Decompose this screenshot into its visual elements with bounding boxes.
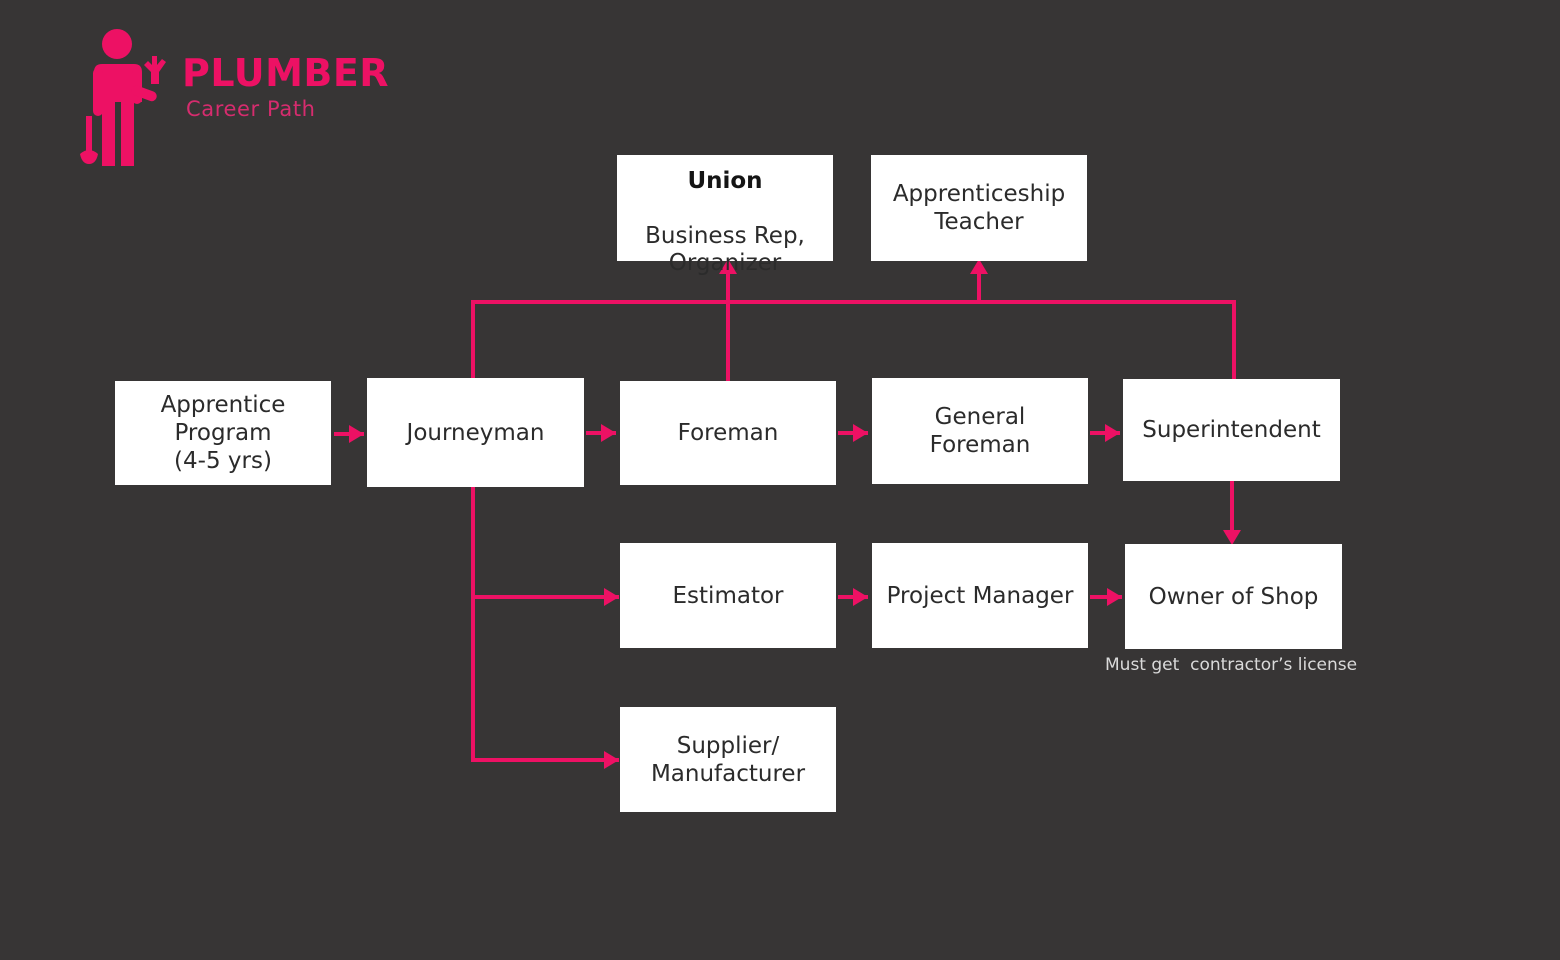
node-superintendent[interactable]: Superintendent [1123,379,1340,481]
edge-foreman-to-general-foreman-arrow [853,424,868,442]
logo-block: PLUMBER Career Path [80,28,410,168]
journeyman-bottom-drop [471,484,475,762]
node-foreman-label: Foreman [677,420,779,446]
diagram-canvas: PLUMBER Career Path Union Business Rep, … [0,0,1560,960]
logo-text: PLUMBER Career Path [182,52,442,122]
node-superintendent-label: Superintendent [1142,417,1321,443]
edge-superintendent-to-owner-arrow [1223,530,1241,545]
node-supplier-manufacturer[interactable]: Supplier/ Manufacturer [620,707,836,812]
node-owner-of-shop-label: Owner of Shop [1148,583,1319,610]
edge-project-manager-to-owner-arrow [1107,588,1122,606]
node-union[interactable]: Union Business Rep, Organizer [617,155,833,276]
edge-journeyman-to-foreman-arrow [601,424,616,442]
node-project-manager-label: Project Manager [886,582,1074,609]
edge-to-apprenticeship-teacher-arrow [970,259,988,274]
superintendent-top-riser [1232,300,1236,382]
contractor-license-note: Must get contractor’s license [1105,655,1358,675]
node-union-label: Union Business Rep, Organizer [637,139,813,277]
node-general-foreman-label: General Foreman [929,404,1031,458]
node-apprentice-program-label: Apprentice Program (4-5 yrs) [160,392,286,474]
node-owner-of-shop[interactable]: Owner of Shop [1125,544,1342,649]
edge-estimator-to-project-manager-arrow [853,588,868,606]
node-union-title: Union [687,168,763,194]
node-apprentice-program[interactable]: Apprentice Program (4-5 yrs) [115,381,331,485]
journeyman-top-riser [471,300,475,382]
node-apprenticeship-teacher[interactable]: Apprenticeship Teacher [871,155,1087,261]
node-project-manager[interactable]: Project Manager [872,543,1088,648]
node-journeyman-label: Journeyman [406,419,545,446]
edge-apprentice-to-journeyman-arrow [349,425,364,443]
foreman-to-union-riser [726,272,730,382]
edge-journeyman-to-supplier-arrow [604,751,619,769]
edge-general-foreman-to-superintendent-arrow [1105,424,1120,442]
plumber-figure-with-wrench-and-plunger-icon [80,28,170,168]
node-apprenticeship-teacher-label: Apprenticeship Teacher [892,181,1066,235]
node-general-foreman[interactable]: General Foreman [872,378,1088,484]
node-union-subtitle: Business Rep, Organizer [645,223,805,276]
node-journeyman[interactable]: Journeyman [367,378,584,487]
node-estimator-label: Estimator [672,582,784,609]
edge-journeyman-to-estimator-arrow [604,588,619,606]
logo-title: PLUMBER [182,51,390,95]
node-foreman[interactable]: Foreman [620,381,836,485]
node-estimator[interactable]: Estimator [620,543,836,648]
node-supplier-manufacturer-label: Supplier/ Manufacturer [650,732,806,787]
edge-superintendent-to-owner-line [1230,481,1234,533]
upper-bus-line [471,300,1236,304]
edge-journeyman-to-estimator-line [471,595,619,599]
edge-journeyman-to-supplier-line [471,758,619,762]
logo-subtitle: Career Path [186,97,316,121]
apprenticeship-teacher-riser [977,272,981,304]
